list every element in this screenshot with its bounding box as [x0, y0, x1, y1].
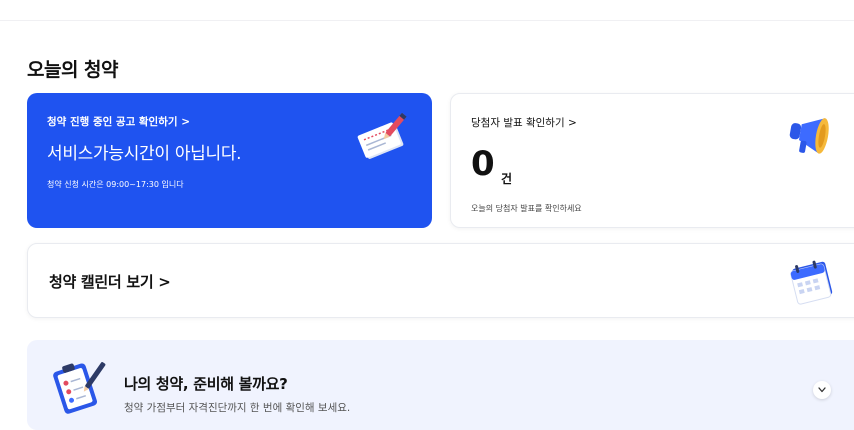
section-title: 오늘의 청약 — [27, 59, 119, 81]
winner-count: 0 — [471, 144, 495, 184]
winner-announcement-card[interactable]: 당첨자 발표 확인하기 > 0 건 오늘의 당첨자 발표를 확인하세요 — [450, 93, 854, 228]
active-notice-card[interactable]: 청약 진행 중인 공고 확인하기 > 서비스가능시간이 아닙니다. 청약 신청 … — [27, 93, 432, 228]
winner-announcement-link[interactable]: 당첨자 발표 확인하기 > — [471, 115, 577, 130]
active-notice-link[interactable]: 청약 진행 중인 공고 확인하기 > — [47, 114, 190, 129]
megaphone-icon — [789, 118, 829, 154]
winner-count-unit: 건 — [501, 172, 513, 186]
calendar-link[interactable]: 청약 캘린더 보기 > — [49, 271, 171, 292]
prepare-subscription-banner: 나의 청약, 준비해 볼까요? 청약 가점부터 자격진단까지 한 번에 확인해 … — [27, 340, 854, 430]
service-status-text: 서비스가능시간이 아닙니다. — [47, 144, 242, 164]
document-pen-icon — [357, 112, 407, 159]
subscription-calendar-card[interactable]: 청약 캘린더 보기 > — [27, 243, 854, 318]
top-divider — [0, 20, 854, 21]
prepare-banner-title: 나의 청약, 준비해 볼까요? — [124, 375, 288, 393]
clipboard-check-icon — [53, 362, 106, 414]
calendar-icon — [790, 260, 833, 305]
winner-sub-text: 오늘의 당첨자 발표를 확인하세요 — [471, 204, 582, 213]
chevron-down-icon — [818, 387, 826, 393]
expand-toggle-button[interactable] — [813, 381, 831, 399]
service-hours-text: 청약 신청 시간은 09:00~17:30 입니다 — [47, 180, 184, 189]
